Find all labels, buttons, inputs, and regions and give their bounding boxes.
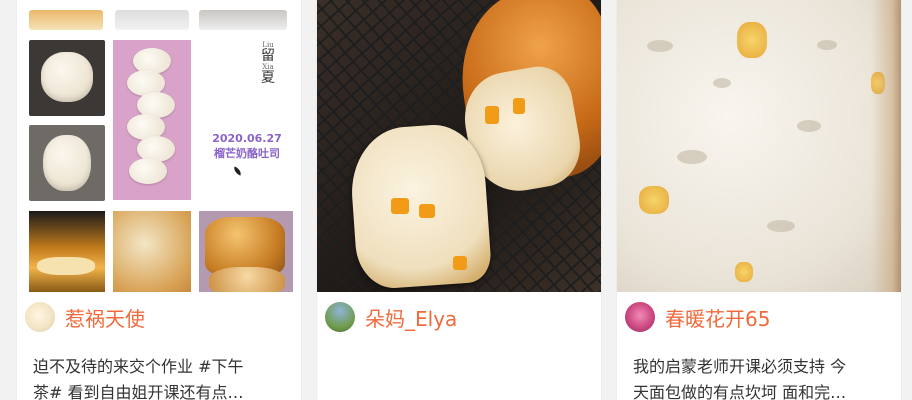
card-description[interactable]: 迫不及待的来交个作业 #下午 茶# 看到自由姐开课还有点…: [33, 354, 291, 400]
collage-photo: [199, 10, 287, 30]
author-name[interactable]: 朵妈_Elya: [365, 303, 457, 332]
description-line: 天面包做的有点坎坷 面和完…: [633, 383, 847, 400]
mango-piece: [639, 186, 669, 214]
description-line: 迫不及待的来交个作业 #下午: [33, 357, 244, 376]
caption-title: 榴芒奶酪吐司: [214, 146, 280, 160]
recipe-card[interactable]: 春暖花开65 我的启蒙老师开课必须支持 今 天面包做的有点坎坷 面和完…: [616, 0, 902, 400]
avatar[interactable]: [25, 302, 55, 332]
avatar[interactable]: [325, 302, 355, 332]
mango-piece: [391, 198, 409, 214]
leaf-icon: [232, 166, 243, 176]
collage-photo: [113, 211, 191, 292]
crumb-hole: [817, 40, 837, 50]
collage-photo: [29, 125, 105, 201]
author-row[interactable]: 惹祸天使: [25, 302, 145, 332]
author-name[interactable]: 惹祸天使: [65, 303, 145, 332]
avatar[interactable]: [625, 302, 655, 332]
mango-piece: [737, 22, 767, 58]
cover-image[interactable]: [317, 0, 601, 292]
caption-char: 留: [261, 48, 275, 65]
caption-date: 2020.06.27: [212, 132, 282, 145]
description-line: 茶# 看到自由姐开课还有点…: [33, 383, 244, 400]
mango-piece: [453, 256, 467, 270]
cover-image[interactable]: Liu 留 Xia 夏 2020.06.27 榴芒奶酪吐司: [17, 0, 301, 292]
recipe-card[interactable]: 朵妈_Elya: [316, 0, 602, 400]
author-name[interactable]: 春暖花开65: [665, 303, 770, 332]
recipe-card[interactable]: Liu 留 Xia 夏 2020.06.27 榴芒奶酪吐司 惹祸天使 迫不及待的…: [16, 0, 302, 400]
caption-char: 夏: [261, 70, 275, 87]
crumb-hole: [647, 40, 673, 52]
bread-crust: [871, 0, 901, 292]
mango-piece: [513, 98, 525, 114]
collage-photo: [113, 40, 191, 200]
card-description[interactable]: 我的启蒙老师开课必须支持 今 天面包做的有点坎坷 面和完…: [633, 354, 891, 400]
collage-photo: [29, 40, 105, 116]
description-line: 我的启蒙老师开课必须支持 今: [633, 357, 847, 376]
crumb-hole: [797, 120, 821, 132]
author-row[interactable]: 春暖花开65: [625, 302, 770, 332]
mango-piece: [485, 106, 499, 124]
mango-piece: [735, 262, 753, 282]
cover-image[interactable]: [617, 0, 901, 292]
author-row[interactable]: 朵妈_Elya: [325, 302, 457, 332]
collage-photo: [199, 211, 293, 292]
collage-caption: Liu 留 Xia 夏 2020.06.27 榴芒奶酪吐司: [197, 40, 293, 200]
collage-photo: [29, 211, 105, 292]
crumb-hole: [767, 220, 795, 232]
vertical-caption: Liu 留 Xia 夏: [259, 41, 277, 87]
crumb-hole: [677, 150, 707, 164]
collage-photo: [115, 10, 189, 30]
crumb-hole: [713, 78, 731, 88]
caption-block: 2020.06.27 榴芒奶酪吐司: [201, 132, 293, 162]
mango-piece: [419, 204, 435, 218]
collage-photo: [29, 10, 103, 30]
